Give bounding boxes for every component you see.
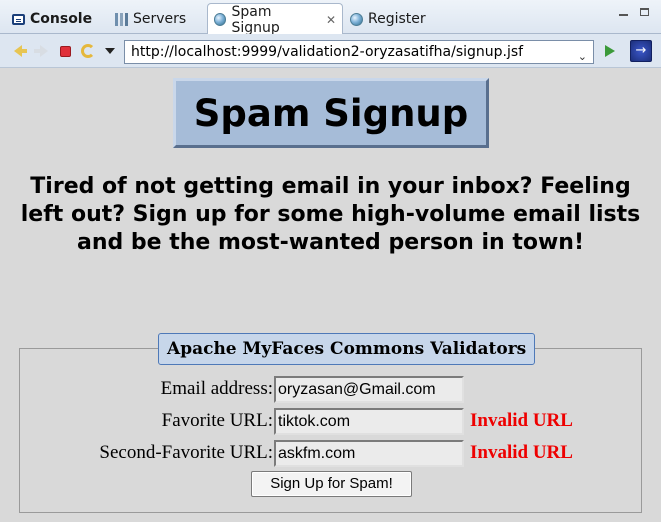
external-browser-button[interactable]: → [630, 40, 652, 62]
page-content: Spam Signup Tired of not getting email i… [4, 69, 657, 522]
view-window-controls [619, 8, 649, 16]
tab-console-label: Console [30, 11, 93, 27]
tab-console[interactable]: Console [6, 4, 98, 34]
back-arrow-icon [14, 45, 27, 57]
external-browser-icon: → [630, 40, 652, 62]
signup-submit-button[interactable]: Sign Up for Spam! [251, 471, 412, 497]
close-tab-icon[interactable]: ✕ [326, 13, 336, 27]
intro-text: Tired of not getting email in your inbox… [20, 174, 641, 255]
forward-button[interactable] [34, 43, 52, 59]
stop-button[interactable] [57, 43, 73, 59]
tab-servers-label: Servers [133, 11, 187, 27]
second-url-field[interactable]: askfm.com [274, 440, 464, 467]
refresh-icon [81, 44, 95, 58]
favorite-url-field[interactable]: tiktok.com [274, 408, 464, 435]
validators-fieldset: Apache MyFaces Commons Validators Email … [19, 333, 643, 513]
second-url-row: Second-Favorite URL: askfm.com Invalid U… [20, 440, 643, 468]
favorite-url-row: Favorite URL: tiktok.com Invalid URL [20, 408, 643, 436]
fieldset-legend: Apache MyFaces Commons Validators [158, 333, 536, 365]
tab-register-label: Register [368, 11, 426, 27]
tab-spam-signup[interactable]: Spam Signup ✕ [207, 3, 343, 36]
tab-servers[interactable]: Servers [108, 4, 192, 34]
email-row: Email address: oryzasan@Gmail.com [20, 376, 643, 404]
url-text: http://localhost:9999/validation2-oryzas… [131, 44, 524, 60]
console-icon [12, 13, 25, 25]
minimize-icon[interactable] [619, 10, 628, 16]
second-url-label: Second-Favorite URL: [99, 442, 273, 463]
chevron-down-icon [105, 48, 115, 54]
globe-icon [350, 12, 363, 26]
title-box: Spam Signup [173, 78, 489, 148]
history-dropdown-button[interactable] [102, 43, 118, 59]
globe-icon [214, 13, 227, 26]
second-url-error: Invalid URL [470, 442, 573, 463]
maximize-icon[interactable] [640, 8, 649, 16]
forward-arrow-icon [34, 45, 48, 57]
refresh-button[interactable] [80, 43, 96, 59]
url-dropdown-icon[interactable]: ⌄ [578, 46, 587, 63]
servers-icon [114, 12, 128, 26]
email-label: Email address: [160, 378, 273, 399]
tab-register[interactable]: Register [344, 4, 432, 34]
editor-tab-bar: Console Servers Spam Signup ✕ Register [0, 0, 661, 36]
go-button[interactable] [602, 43, 618, 59]
favorite-url-label: Favorite URL: [161, 410, 273, 431]
tab-spam-signup-label: Spam Signup [231, 3, 280, 36]
favorite-url-error: Invalid URL [470, 410, 573, 431]
back-button[interactable] [10, 43, 27, 59]
page-title: Spam Signup [193, 91, 469, 135]
email-field[interactable]: oryzasan@Gmail.com [274, 376, 464, 403]
go-arrow-icon [605, 45, 615, 57]
url-input[interactable]: http://localhost:9999/validation2-oryzas… [124, 40, 594, 64]
browser-toolbar: http://localhost:9999/validation2-oryzas… [0, 34, 661, 68]
stop-icon [59, 45, 71, 57]
